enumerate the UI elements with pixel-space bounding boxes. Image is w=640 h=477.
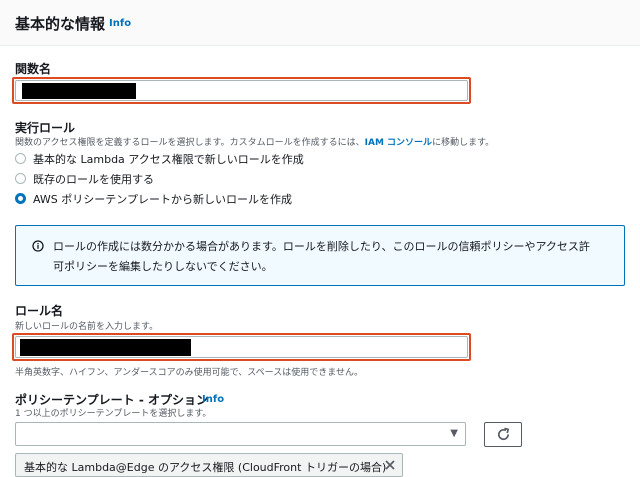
info-circle-icon: [32, 240, 44, 252]
redacted-value: [22, 83, 136, 99]
section-header: 基本的な情報 Info: [0, 0, 640, 46]
iam-console-link[interactable]: IAM コンソール: [365, 138, 432, 148]
radio-button[interactable]: [15, 173, 26, 184]
info-alert: ロールの作成には数分かかる場合があります。ロールを削除したり、このロールの信頼ポ…: [15, 225, 625, 286]
role-name-description: 新しいロールの名前を入力します。: [15, 322, 159, 332]
policy-templates-info-link[interactable]: Info: [202, 394, 224, 405]
radio-button[interactable]: [15, 153, 26, 164]
radio-label: 基本的な Lambda アクセス権限で新しいロールを作成: [33, 153, 304, 166]
token-label: 基本的な Lambda@Edge のアクセス権限 (CloudFront トリガ…: [24, 461, 387, 474]
role-name-input[interactable]: [15, 336, 468, 358]
radio-label: 既存のロールを使用する: [33, 173, 154, 186]
caret-down-icon: ▼: [450, 428, 458, 439]
refresh-button[interactable]: [484, 422, 522, 447]
radio-button-selected[interactable]: [15, 193, 26, 204]
exec-role-description: 関数のアクセス権限を定義するロールを選択します。カスタムロールを作成するには、I…: [15, 138, 495, 148]
redacted-value: [20, 339, 191, 356]
policy-template-select[interactable]: ▼: [15, 422, 466, 446]
alert-message: ロールの作成には数分かかる場合があります。ロールを削除したり、このロールの信頼ポ…: [53, 240, 590, 273]
close-icon[interactable]: [384, 459, 396, 471]
exec-role-label: 実行ロール: [15, 121, 76, 135]
role-name-constraint: 半角英数字、ハイフン、アンダースコアのみ使用可能で、スペースは使用できません。: [15, 368, 363, 378]
function-name-label: 関数名: [15, 62, 52, 76]
policy-templates-description: 1 つ以上のポリシーテンプレートを選択します。: [15, 409, 212, 419]
role-name-label: ロール名: [15, 304, 64, 318]
selected-policy-token: 基本的な Lambda@Edge のアクセス権限 (CloudFront トリガ…: [15, 453, 403, 477]
section-title: 基本的な情報: [15, 15, 106, 33]
header-info-link[interactable]: Info: [109, 18, 131, 29]
refresh-icon: [498, 427, 510, 441]
function-name-input[interactable]: [15, 80, 468, 101]
radio-label: AWS ポリシーテンプレートから新しいロールを作成: [33, 193, 292, 206]
